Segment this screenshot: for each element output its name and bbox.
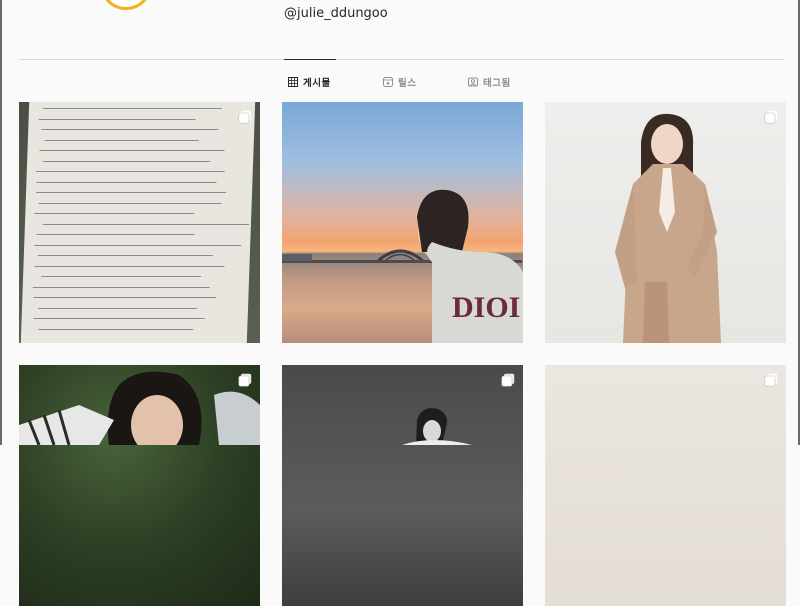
handwriting-line xyxy=(39,118,196,120)
multiple-photos-icon xyxy=(501,373,515,387)
tab-tagged-label: 태그됨 xyxy=(483,78,511,89)
person-with-hoodie: DIOI xyxy=(417,189,523,343)
active-tab-indicator xyxy=(284,59,336,60)
handwriting-line xyxy=(33,213,195,215)
woman-in-suit xyxy=(615,113,721,343)
handwriting-line xyxy=(37,307,197,309)
handwriting-line xyxy=(36,234,195,236)
post-tile-sunset-selfie[interactable]: DIOI xyxy=(282,102,523,343)
grid-icon xyxy=(288,77,298,87)
handwriting-line xyxy=(33,286,210,288)
handwriting-line xyxy=(41,129,218,131)
handwriting-line xyxy=(42,223,249,225)
tab-posts-label: 게시물 xyxy=(303,78,331,89)
handwriting-line xyxy=(34,244,242,246)
tagged-icon xyxy=(468,77,478,87)
post-image xyxy=(545,365,786,606)
tab-posts[interactable]: 게시물 xyxy=(288,75,331,89)
handwriting-line xyxy=(42,108,223,110)
tabs-divider xyxy=(19,59,785,60)
tab-tagged[interactable]: 태그됨 xyxy=(468,75,511,89)
handwriting-line xyxy=(38,328,194,330)
handwriting-line xyxy=(44,139,200,141)
handwriting-line xyxy=(35,171,226,173)
handwriting-line xyxy=(38,202,223,204)
multiple-photos-icon xyxy=(764,110,778,124)
post-tile-grass-portrait[interactable] xyxy=(19,365,260,606)
profile-avatar[interactable] xyxy=(100,0,152,10)
handwriting-line xyxy=(33,318,205,320)
woman-lying-grass xyxy=(19,371,260,445)
letter-paper xyxy=(20,102,256,343)
bw-person xyxy=(402,408,472,445)
profile-tabs: 게시물 릴스 태그됨 xyxy=(2,75,800,89)
handwriting-line xyxy=(37,255,213,257)
handwriting-line xyxy=(42,160,211,162)
handwriting-line xyxy=(36,181,217,183)
post-tile-beige-suit-portrait[interactable] xyxy=(545,102,786,343)
post-tile-beige-studio-photo[interactable] xyxy=(545,365,786,606)
profile-handle: @julie_ddungoo xyxy=(284,6,388,21)
reels-icon xyxy=(383,77,393,87)
tab-reels-label: 릴스 xyxy=(398,78,417,89)
handwriting-line xyxy=(39,150,225,152)
multiple-photos-icon xyxy=(238,373,252,387)
handwriting-line xyxy=(40,276,202,278)
handwriting-line xyxy=(33,297,217,299)
post-tile-handwritten-letter[interactable] xyxy=(19,102,260,343)
handwriting-line xyxy=(35,192,226,194)
multiple-photos-icon xyxy=(764,373,778,387)
svg-text:DIOI: DIOI xyxy=(452,291,520,324)
post-tile-black-white-photo[interactable] xyxy=(282,365,523,606)
tab-reels[interactable]: 릴스 xyxy=(383,75,416,89)
multiple-photos-icon xyxy=(238,110,252,124)
handwriting-line xyxy=(34,265,225,267)
